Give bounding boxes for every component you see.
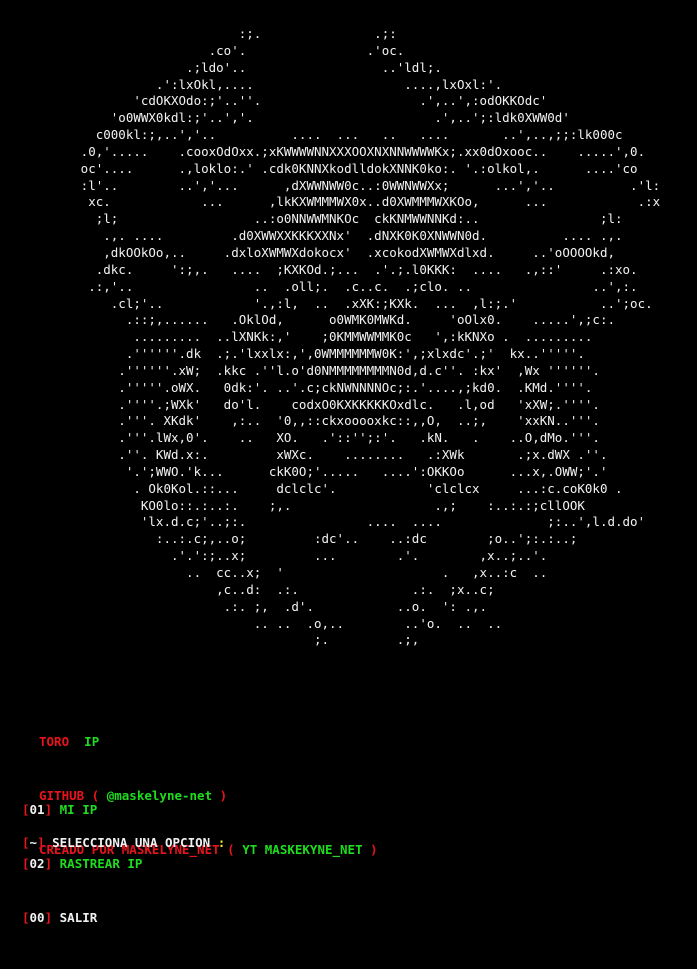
bracket-open: [ bbox=[22, 835, 30, 850]
menu-item-rastrear-ip[interactable]: [02] RASTREAR IP bbox=[22, 855, 142, 873]
ip-label: IP bbox=[84, 734, 100, 749]
bracket-open: [ bbox=[22, 802, 30, 817]
info-title-row: TORO IP bbox=[39, 733, 378, 751]
menu-item-number: 00 bbox=[29, 910, 45, 925]
bracket-close: ] bbox=[44, 802, 53, 817]
prompt-text: SELECCIONA UNA OPCION bbox=[52, 835, 211, 850]
menu-item-mi-ip[interactable]: [01] MI IP bbox=[22, 801, 142, 819]
menu-item-label: SALIR bbox=[59, 910, 98, 925]
github-suffix: ) bbox=[212, 788, 228, 803]
prompt-symbol: ~ bbox=[29, 835, 38, 850]
creado-channel: YT MASKEKYNE_NET bbox=[242, 842, 363, 857]
ascii-art-banner: :;. .;: .co'. .'oc. .;ldo'.. ..'ldl;. .'… bbox=[80, 26, 661, 648]
terminal-window: :;. .;: .co'. .'oc. .;ldo'.. ..'ldl;. .'… bbox=[0, 0, 697, 969]
bracket-close: ] bbox=[37, 835, 45, 850]
input-prompt[interactable]: [~] SELECCIONA UNA OPCION : bbox=[22, 834, 225, 852]
menu-item-label: MI IP bbox=[59, 802, 98, 817]
main-menu: [01] MI IP [02] RASTREAR IP [00] SALIR bbox=[22, 765, 142, 963]
prompt-colon: : bbox=[217, 835, 226, 850]
bracket-open: [ bbox=[22, 856, 30, 871]
menu-item-number: 01 bbox=[29, 802, 45, 817]
creado-suffix: ) bbox=[362, 842, 378, 857]
menu-item-number: 02 bbox=[29, 856, 45, 871]
bracket-close: ] bbox=[44, 910, 53, 925]
toro-label: TORO bbox=[39, 734, 70, 749]
menu-item-salir[interactable]: [00] SALIR bbox=[22, 909, 142, 927]
bracket-close: ] bbox=[44, 856, 53, 871]
menu-item-label: RASTREAR IP bbox=[59, 856, 143, 871]
bracket-open: [ bbox=[22, 910, 30, 925]
